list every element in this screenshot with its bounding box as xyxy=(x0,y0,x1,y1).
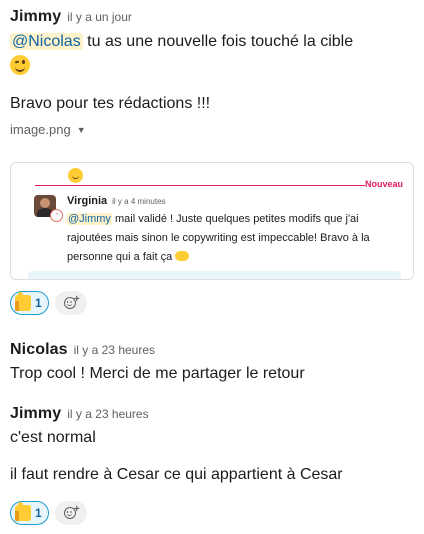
mention-jimmy: @Jimmy xyxy=(67,213,112,225)
preview-text-b: rajoutées mais sinon le copywriting est … xyxy=(67,232,370,244)
smile-emoji-icon xyxy=(68,168,83,183)
message-text-2: Bravo pour tes rédactions !!! xyxy=(10,95,211,112)
preview-author: Virginia xyxy=(67,195,108,207)
handshake-emoji-icon xyxy=(175,251,190,261)
thumbs-up-icon xyxy=(15,292,31,311)
status-badge-icon: ◔ xyxy=(50,209,63,222)
add-reaction-button[interactable]: + xyxy=(54,501,87,525)
message-text-part: tu as une nouvelle fois touché la cible xyxy=(87,33,354,50)
reaction-count: 1 xyxy=(35,506,42,520)
message-text: c'est normal xyxy=(10,429,96,446)
preview-timestamp: il y a 4 minutes xyxy=(112,197,166,206)
reaction-thumbs-up[interactable]: 1 xyxy=(10,291,49,315)
new-label: Nouveau xyxy=(364,179,403,189)
new-messages-divider xyxy=(35,185,365,186)
preview-text-a: mail validé ! Juste quelques petites mod… xyxy=(115,213,359,225)
reaction-count: 1 xyxy=(35,296,42,310)
preview-message-text: @Jimmy mail validé ! Juste quelques peti… xyxy=(67,210,405,267)
message-timestamp[interactable]: il y a 23 heures xyxy=(67,407,148,421)
message-timestamp[interactable]: il y a un jour xyxy=(67,10,132,24)
message-jimmy-2: Jimmy il y a 23 heures c'est normal il f… xyxy=(10,405,416,486)
message-jimmy-1: Jimmy il y a un jour @Nicolas tu as une … xyxy=(10,8,416,137)
message-timestamp[interactable]: il y a 23 heures xyxy=(74,343,155,357)
mention-nicolas[interactable]: @Nicolas xyxy=(10,33,83,50)
image-preview[interactable]: Nouveau ◔ Virginia il y a 4 minutes @Jim… xyxy=(10,162,414,280)
message-nicolas: Nicolas il y a 23 heures Trop cool ! Mer… xyxy=(10,341,416,385)
preview-text-c: personne qui a fait ça xyxy=(67,251,173,263)
message-author[interactable]: Nicolas xyxy=(10,341,68,359)
reaction-bar: 1 + xyxy=(10,291,87,315)
message-text-2: il faut rendre à Cesar ce qui appartient… xyxy=(10,466,343,483)
thumbs-up-icon xyxy=(15,502,31,521)
reaction-bar: 1 + xyxy=(10,501,87,525)
message-text: @Nicolas tu as une nouvelle fois touché … xyxy=(10,31,416,53)
add-reaction-button[interactable]: + xyxy=(54,291,87,315)
message-author[interactable]: Jimmy xyxy=(10,8,61,26)
wink-emoji-icon xyxy=(10,55,30,75)
wink-emoji-line xyxy=(10,55,416,79)
preview-message-header: Virginia il y a 4 minutes xyxy=(67,195,166,207)
preview-attachment-edge xyxy=(28,271,401,279)
reaction-thumbs-up[interactable]: 1 xyxy=(10,501,49,525)
file-name[interactable]: image.png xyxy=(10,122,71,137)
caret-down-icon[interactable]: ▼ xyxy=(77,125,86,135)
plus-icon: + xyxy=(73,504,80,515)
plus-icon: + xyxy=(73,294,80,305)
message-text: Trop cool ! Merci de me partager le reto… xyxy=(10,365,305,382)
file-attachment-header[interactable]: image.png ▼ xyxy=(10,122,416,137)
message-author[interactable]: Jimmy xyxy=(10,405,61,423)
